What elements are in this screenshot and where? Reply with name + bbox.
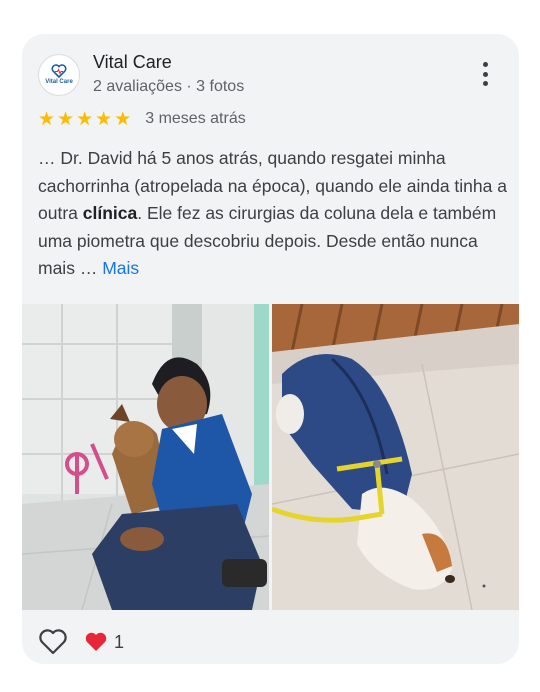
review-text: … Dr. David há 5 anos atrás, quando resg…	[38, 145, 508, 283]
reaction-count: 1	[114, 631, 125, 652]
more-vert-icon[interactable]	[473, 60, 497, 88]
star-icon: ★	[38, 108, 56, 130]
heart-filled-icon[interactable]	[84, 631, 108, 653]
reaction-bar: 1	[38, 627, 124, 657]
photo-vet-with-dog	[22, 304, 269, 610]
review-text-bold: clínica	[82, 203, 138, 223]
star-icon: ★	[57, 108, 75, 130]
review-time: 3 meses atrás	[145, 110, 246, 127]
vital-care-logo-icon	[51, 64, 67, 78]
photo-dog-in-vest	[272, 304, 519, 610]
rating-row: ★ ★ ★ ★ ★ 3 meses atrás	[38, 108, 246, 130]
review-photo-2[interactable]	[272, 304, 519, 610]
heart-outline-icon[interactable]	[38, 628, 68, 656]
more-dot	[482, 62, 488, 67]
review-card: Vital Care Vital Care 2 avaliações · 3 f…	[22, 34, 519, 664]
review-photo-1[interactable]	[22, 304, 269, 610]
star-icon: ★	[76, 108, 94, 130]
review-ellipsis: …	[79, 258, 103, 278]
star-icon: ★	[95, 108, 113, 130]
star-rating: ★ ★ ★ ★ ★	[38, 109, 131, 129]
author-meta: 2 avaliações · 3 fotos	[93, 78, 245, 95]
more-dot	[482, 71, 488, 77]
more-link[interactable]: Mais	[102, 258, 139, 278]
author-avatar[interactable]: Vital Care	[38, 54, 80, 96]
author-name[interactable]: Vital Care	[93, 52, 172, 73]
avatar-logo-text: Vital Care	[45, 79, 73, 85]
star-icon: ★	[114, 108, 132, 130]
more-dot	[482, 81, 488, 86]
